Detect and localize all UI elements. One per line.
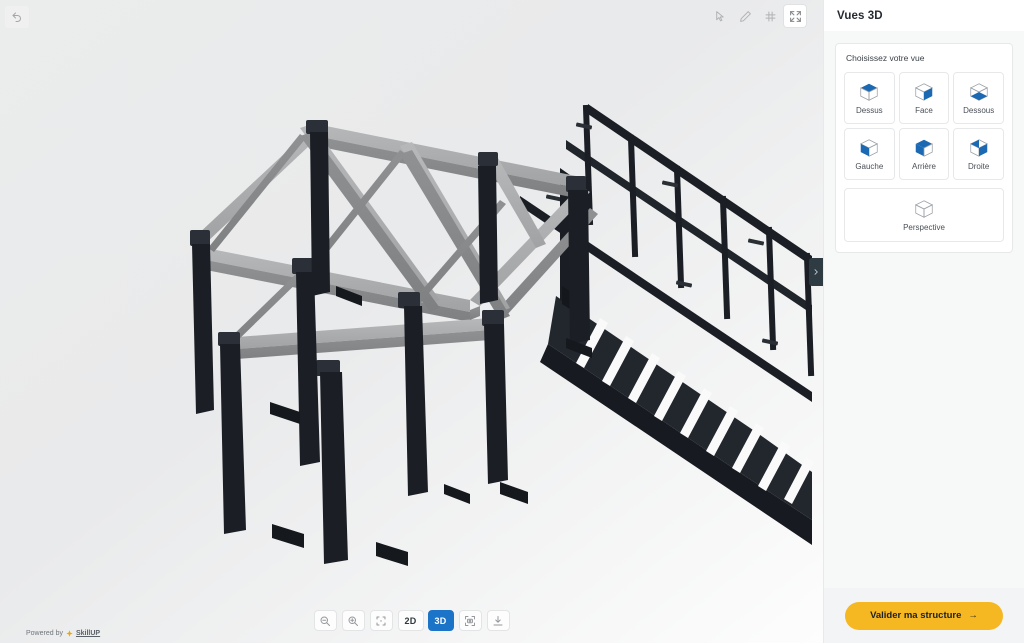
view-button-left-label: Gauche: [855, 162, 884, 171]
download-button[interactable]: [486, 610, 510, 631]
undo-arrow-icon: [12, 12, 21, 22]
panel-body: Choisissez votre vue Dessus Face Dessous…: [824, 31, 1024, 588]
view-buttons-grid: Dessus Face Dessous Gauche Arrière Droit…: [844, 72, 1004, 242]
panel-footer: Valider ma structure →: [824, 588, 1024, 643]
fullscreen-tool[interactable]: [784, 5, 806, 27]
app-root: 2D 3D Powered by SkillUP Vues 3D Choisis…: [0, 0, 1024, 643]
view-chooser-label: Choisissez votre vue: [846, 53, 925, 63]
cube-top-icon: [860, 83, 878, 101]
cube-right-icon: [969, 139, 988, 157]
view-button-front[interactable]: Face: [898, 72, 950, 124]
pencil-edit-icon: [739, 10, 751, 22]
views-panel: Vues 3D Choisissez votre vue Dessus Face…: [823, 0, 1024, 643]
view-button-right[interactable]: Droite: [953, 128, 1004, 180]
view-button-back-label: Arrière: [911, 162, 936, 171]
view-button-bottom-label: Dessous: [963, 106, 995, 115]
view-button-right-label: Droite: [967, 162, 990, 171]
grid-tool[interactable]: [759, 5, 781, 27]
fullscreen-expand-icon: [789, 10, 801, 22]
view-button-perspective[interactable]: Perspective: [844, 188, 1004, 242]
zoom-out-icon: [320, 616, 330, 626]
powered-by: Powered by SkillUP: [26, 630, 100, 637]
fit-screen-button[interactable]: [369, 610, 393, 631]
cube-left-icon: [860, 139, 879, 157]
3d-model-scene[interactable]: [0, 0, 823, 643]
view-button-front-label: Face: [915, 106, 933, 115]
view-button-bottom[interactable]: Dessous: [953, 72, 1004, 124]
page-title: Vues 3D: [837, 9, 883, 22]
zoom-in-icon: [348, 616, 358, 626]
view-chooser-card: Choisissez votre vue Dessus Face Dessous…: [835, 43, 1013, 253]
view-button-left[interactable]: Gauche: [844, 128, 895, 180]
viewport-toolbar: [709, 5, 806, 27]
panel-header: Vues 3D: [824, 0, 1024, 31]
viewport-bottom-toolbar: 2D 3D: [313, 610, 510, 631]
grid-icon: [765, 11, 775, 21]
edit-tool[interactable]: [734, 5, 756, 27]
skillup-logo-icon: [66, 630, 73, 637]
cube-bottom-icon: [969, 83, 988, 101]
dimension-toggle: 2D 3D: [397, 610, 454, 631]
zoom-in-button[interactable]: [341, 610, 365, 631]
powered-by-prefix: Powered by: [26, 630, 63, 637]
3d-viewport[interactable]: 2D 3D Powered by SkillUP: [0, 0, 823, 643]
view-button-back[interactable]: Arrière: [898, 128, 950, 180]
screenshot-button[interactable]: [458, 610, 482, 631]
validate-structure-button[interactable]: Valider ma structure →: [845, 601, 1003, 630]
view-button-top-label: Dessus: [855, 106, 883, 115]
skillup-link[interactable]: SkillUP: [76, 630, 100, 637]
panel-collapse-tab[interactable]: [809, 258, 823, 286]
cursor-select-icon: [715, 10, 724, 21]
cube-back-icon: [915, 139, 933, 157]
chevron-right-icon: [814, 269, 818, 275]
validate-structure-label: Valider ma structure: [870, 610, 962, 621]
download-icon: [493, 615, 503, 625]
view-button-top[interactable]: Dessus: [844, 72, 895, 124]
cube-perspective-icon: [914, 200, 934, 218]
zoom-out-button[interactable]: [313, 610, 337, 631]
cube-front-icon: [914, 83, 934, 101]
toggle-3d-button[interactable]: 3D: [427, 610, 454, 631]
arrow-right-icon: →: [968, 610, 978, 621]
select-tool[interactable]: [709, 5, 731, 27]
undo-button[interactable]: [5, 6, 29, 28]
view-button-perspective-label: Perspective: [903, 223, 945, 232]
toggle-2d-button[interactable]: 2D: [397, 610, 424, 631]
fit-to-screen-icon: [376, 616, 386, 625]
screenshot-icon: [465, 615, 475, 626]
